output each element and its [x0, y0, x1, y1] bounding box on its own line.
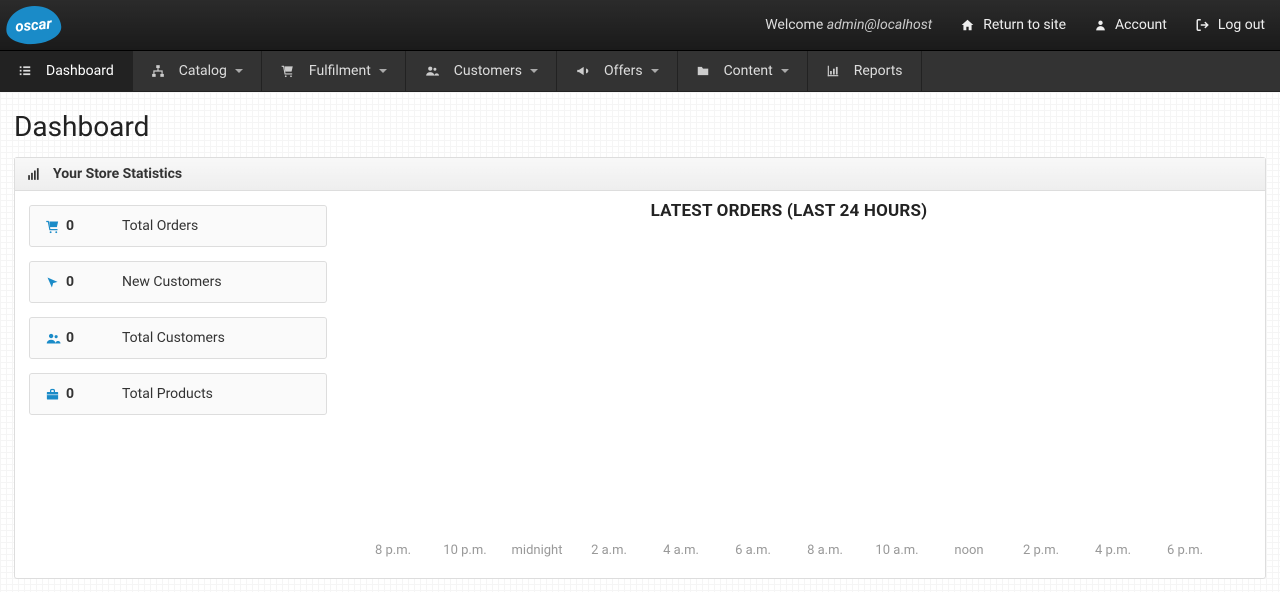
users-icon [424, 64, 440, 78]
chart-tick-label: 4 p.m. [1077, 543, 1149, 558]
stat-total-products: 0 Total Products [29, 373, 327, 415]
chart-tick-label: 4 a.m. [645, 543, 717, 558]
cart-icon [44, 219, 66, 234]
pointer-icon [44, 275, 66, 290]
nav-customers[interactable]: Customers [406, 51, 557, 91]
chevron-down-icon [379, 69, 387, 73]
logo-text: oscar [15, 14, 53, 35]
stat-total-customers: 0 Total Customers [29, 317, 327, 359]
logout-icon [1195, 18, 1210, 32]
return-to-site-link[interactable]: Return to site [960, 17, 1066, 33]
chevron-down-icon [781, 69, 789, 73]
chevron-down-icon [530, 69, 538, 73]
chart-tick-label: 8 a.m. [789, 543, 861, 558]
sitemap-icon [151, 64, 165, 78]
stat-label: Total Customers [122, 330, 225, 346]
cart-icon [280, 64, 295, 78]
chart-tick-label: 2 p.m. [1005, 543, 1077, 558]
chart-tick-label: 10 a.m. [861, 543, 933, 558]
stat-label: Total Orders [122, 218, 198, 234]
stat-value: 0 [66, 330, 122, 346]
chart-tick-label: 6 p.m. [1149, 543, 1221, 558]
chart-tick-label: midnight [501, 543, 573, 558]
latest-orders-chart: LATEST ORDERS (LAST 24 HOURS) 8 p.m.10 p… [327, 205, 1251, 558]
logo[interactable]: oscar [4, 4, 62, 47]
nav-offers[interactable]: Offers [557, 51, 678, 91]
home-icon [960, 18, 975, 32]
stats-panel-header: Your Store Statistics [15, 158, 1265, 191]
page-title: Dashboard [14, 110, 1266, 143]
chevron-down-icon [651, 69, 659, 73]
logout-link[interactable]: Log out [1195, 17, 1265, 33]
nav-reports[interactable]: Reports [808, 51, 922, 91]
chart-x-axis: 8 p.m.10 p.m.midnight2 a.m.4 a.m.6 a.m.8… [347, 543, 1231, 558]
stat-label: New Customers [122, 274, 222, 290]
nav-fulfilment[interactable]: Fulfilment [262, 51, 406, 91]
stat-value: 0 [66, 386, 122, 402]
nav-dashboard[interactable]: Dashboard [0, 51, 133, 91]
chart-tick-label: 8 p.m. [357, 543, 429, 558]
chart-tick-label: 10 p.m. [429, 543, 501, 558]
chart-icon [826, 64, 840, 78]
stat-new-customers: 0 New Customers [29, 261, 327, 303]
stat-label: Total Products [122, 386, 213, 402]
bar-chart-icon [27, 167, 41, 181]
stat-value: 0 [66, 218, 122, 234]
list-icon [18, 64, 32, 78]
chart-tick-label: 6 a.m. [717, 543, 789, 558]
chart-tick-label: noon [933, 543, 1005, 558]
welcome-message: Welcome admin@localhost [765, 17, 932, 33]
briefcase-icon [44, 387, 66, 402]
chart-tick-label: 2 a.m. [573, 543, 645, 558]
nav-content[interactable]: Content [678, 51, 808, 91]
user-icon [1094, 18, 1107, 32]
account-link[interactable]: Account [1094, 17, 1167, 33]
bullhorn-icon [575, 64, 590, 78]
nav-catalog[interactable]: Catalog [133, 51, 262, 91]
stats-panel: Your Store Statistics 0 Total Orders 0 N… [14, 157, 1266, 579]
chart-title: LATEST ORDERS (LAST 24 HOURS) [347, 201, 1231, 221]
users-icon [44, 331, 66, 346]
stat-value: 0 [66, 274, 122, 290]
stat-total-orders: 0 Total Orders [29, 205, 327, 247]
folder-icon [696, 64, 710, 78]
chevron-down-icon [235, 69, 243, 73]
